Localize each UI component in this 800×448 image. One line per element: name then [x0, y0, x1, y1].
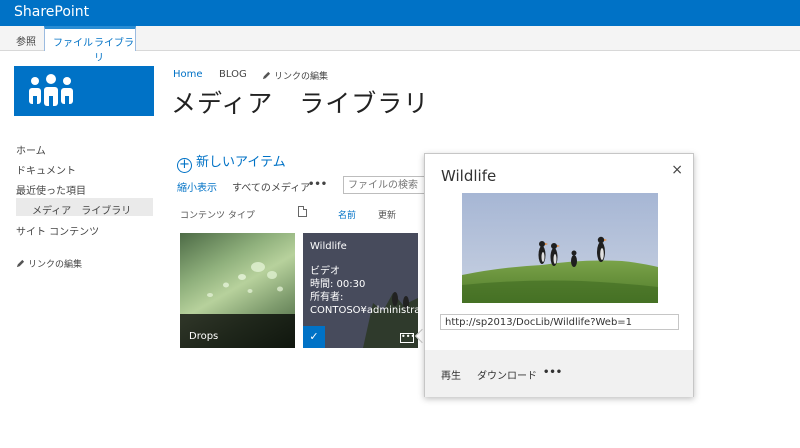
sharepoint-window: SharePoint 参照 ファイル ライブラリ Home BLOG リンクの編… — [0, 0, 800, 448]
tile-wildlife[interactable]: Wildlife ビデオ 時間: 00:30 所有者: CONTOSO¥admi… — [303, 233, 418, 348]
item-url-field[interactable] — [440, 314, 679, 330]
library-tools-tab-group: ファイル ライブラリ — [44, 26, 136, 64]
nav-edit-links[interactable]: リンクの編集 — [16, 257, 82, 270]
column-name[interactable]: 名前 — [338, 208, 356, 221]
video-preview[interactable] — [462, 193, 658, 303]
nav-recent[interactable]: 最近使った項目 — [16, 182, 86, 197]
pencil-icon — [16, 259, 25, 268]
ribbon-bar: 参照 ファイル ライブラリ — [0, 26, 800, 64]
item-callout: Wildlife × http://sp2013/DocLib/Wildlife… — [424, 153, 694, 397]
page-title: メディア ライブラリ — [171, 89, 430, 118]
more-views-button[interactable]: ••• — [308, 179, 327, 190]
nav-home[interactable]: ホーム — [16, 142, 46, 157]
breadcrumb-home[interactable]: Home — [173, 69, 203, 80]
tile-drops-name: Drops — [189, 331, 219, 342]
tile-wildlife-owner-label: 所有者: — [310, 292, 344, 303]
callout-actions: 再生 ダウンロード ••• — [425, 350, 693, 397]
breadcrumb-edit-links[interactable]: リンクの編集 — [262, 69, 328, 82]
wildlife-preview-image — [462, 193, 658, 303]
document-type-icon[interactable] — [298, 206, 307, 217]
nav-site-contents[interactable]: サイト コンテンツ — [16, 223, 99, 238]
breadcrumb-blog[interactable]: BLOG — [219, 69, 247, 80]
tile-wildlife-duration: 時間: 00:30 — [310, 279, 366, 290]
tile-caption: Drops — [180, 314, 295, 348]
tab-files[interactable]: ファイル — [53, 34, 93, 49]
view-thumbnails[interactable]: 縮小表示 — [177, 179, 217, 194]
new-item-button[interactable]: + 新しいアイテム — [177, 151, 286, 173]
tab-library[interactable]: ライブラリ — [94, 34, 135, 64]
tab-browse[interactable]: 参照 — [16, 33, 36, 48]
tile-wildlife-owner: CONTOSO¥administra — [310, 305, 418, 316]
tile-drops[interactable]: Drops — [180, 233, 295, 348]
people-icon — [29, 74, 73, 110]
close-icon[interactable]: × — [671, 162, 683, 178]
tile-select-checkbox[interactable]: ✓ — [303, 326, 325, 348]
tile-wildlife-name: Wildlife — [310, 241, 347, 252]
sharepoint-brand[interactable]: SharePoint — [14, 4, 89, 20]
column-updated[interactable]: 更新 — [378, 208, 396, 221]
download-button[interactable]: ダウンロード — [477, 367, 537, 382]
site-logo[interactable] — [14, 66, 154, 116]
tile-wildlife-type: ビデオ — [310, 266, 340, 277]
callout-more-button[interactable]: ••• — [543, 367, 562, 378]
callout-title: Wildlife — [441, 167, 497, 185]
search-input[interactable] — [343, 176, 425, 194]
column-content-type[interactable]: コンテンツ タイプ — [180, 208, 255, 221]
nav-media-library[interactable]: メディア ライブラリ — [32, 202, 131, 217]
tile-more-button[interactable]: ••• — [400, 333, 415, 343]
nav-documents[interactable]: ドキュメント — [16, 162, 76, 177]
add-circle-icon: + — [177, 158, 192, 173]
play-button[interactable]: 再生 — [441, 367, 461, 382]
view-all-media[interactable]: すべてのメディア — [232, 179, 310, 194]
suite-bar: SharePoint — [0, 0, 800, 26]
pencil-icon — [262, 71, 271, 80]
